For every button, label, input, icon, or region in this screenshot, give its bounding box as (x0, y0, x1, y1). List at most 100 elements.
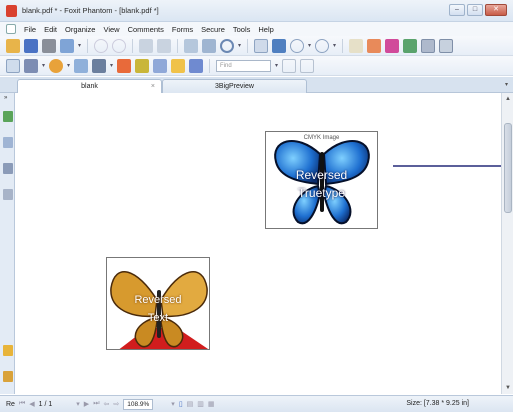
separator (247, 38, 249, 53)
maximize-button[interactable]: □ (467, 4, 483, 16)
find-next-icon[interactable] (300, 58, 315, 73)
select-tool-icon[interactable] (202, 38, 217, 53)
open-icon[interactable] (6, 38, 20, 53)
scroll-up-icon[interactable]: ▲ (503, 94, 513, 104)
fit-page-icon[interactable] (254, 38, 269, 53)
typewriter-icon[interactable] (367, 38, 382, 53)
minimize-button[interactable]: – (449, 4, 465, 16)
menu-forms[interactable]: Forms (172, 25, 193, 34)
zoom-in-icon[interactable] (315, 38, 330, 53)
sticky-note-icon[interactable] (171, 58, 186, 73)
butterfly-image-cmyk[interactable]: CMYK Image Reversed Truetype (265, 131, 378, 229)
text-edit-icon[interactable] (403, 38, 418, 53)
tab-label: 3BigPreview (215, 83, 254, 90)
butterfly-image-orange[interactable]: Reversed Text (106, 257, 210, 350)
sign-icon[interactable] (24, 58, 38, 73)
document-menu-icon[interactable] (6, 24, 16, 34)
find-input[interactable]: Find (216, 59, 272, 72)
status-bar: Re ⏮ ◀ 1 / 1 ▾ ▶ ⏭ ⇦ ⇨ 108.9% ▾ ▯ ▤ ▥ ▦ … (0, 395, 513, 412)
bookmarks-icon[interactable] (3, 111, 13, 122)
zoom-out-dropdown-icon[interactable]: ▾ (308, 42, 311, 49)
separator (177, 38, 179, 53)
continuous-icon[interactable]: ▤ (187, 400, 194, 408)
last-page-icon[interactable]: ⏭ (93, 400, 99, 408)
menu-file[interactable]: File (24, 25, 36, 34)
security-icon[interactable] (3, 371, 13, 382)
menu-organize[interactable]: Organize (65, 25, 95, 34)
pointer-icon[interactable] (385, 38, 400, 53)
forward-icon[interactable] (157, 38, 172, 53)
expand-panel-icon[interactable]: » (4, 95, 7, 101)
scroll-thumb[interactable] (504, 123, 512, 213)
lock-dropdown-icon[interactable]: ▾ (110, 62, 113, 69)
image-tool-icon[interactable] (439, 38, 454, 53)
attachments-icon[interactable] (3, 189, 13, 200)
undo-icon[interactable] (94, 38, 109, 53)
zoom-dropdown-icon[interactable]: ▾ (171, 400, 175, 408)
note-icon[interactable] (135, 58, 150, 73)
page-indicator[interactable]: 1 / 1 (39, 401, 53, 408)
comment-toolbar: ▾ ▾ ▾ Find ▾ (0, 56, 513, 76)
close-tab-icon[interactable]: × (151, 80, 155, 93)
menu-help[interactable]: Help (258, 25, 273, 34)
next-page-icon[interactable]: ▶ (84, 400, 89, 408)
layers-icon[interactable] (3, 163, 13, 174)
facing-icon[interactable]: ▥ (197, 400, 204, 408)
separator (132, 38, 134, 53)
attach-file-icon[interactable] (74, 58, 89, 73)
menu-tools[interactable]: Tools (233, 25, 251, 34)
highlight-icon[interactable] (117, 58, 132, 73)
email-dropdown-icon[interactable]: ▾ (78, 42, 81, 49)
menu-view[interactable]: View (103, 25, 119, 34)
comments-icon[interactable] (3, 345, 13, 356)
menu-secure[interactable]: Secure (201, 25, 225, 34)
zoom-field[interactable]: 108.9% (123, 398, 154, 410)
tabs-scroll-icon[interactable]: ▾ (502, 80, 511, 91)
save-icon[interactable] (24, 38, 38, 53)
zoom-out-icon[interactable] (290, 38, 305, 53)
tab-3bigpreview[interactable]: 3BigPreview (162, 79, 307, 93)
find-previous-icon[interactable] (282, 58, 297, 73)
page-dropdown-icon[interactable]: ▾ (76, 400, 80, 408)
pages-icon[interactable] (3, 137, 13, 148)
close-button[interactable]: ✕ (485, 4, 507, 16)
continuous-facing-icon[interactable]: ▦ (208, 400, 215, 408)
tab-blank[interactable]: blank × (17, 79, 162, 93)
page-layout-icon[interactable] (6, 58, 20, 73)
find-dropdown-icon[interactable]: ▾ (275, 62, 278, 69)
back-icon[interactable] (139, 38, 154, 53)
hand-tool-icon[interactable] (184, 38, 199, 53)
textbox-icon[interactable] (421, 38, 436, 53)
print-icon[interactable] (42, 38, 56, 53)
next-view-icon[interactable]: ⇨ (113, 400, 119, 408)
sign-dropdown-icon[interactable]: ▾ (42, 62, 45, 69)
lock-icon[interactable] (92, 58, 107, 73)
menu-edit[interactable]: Edit (44, 25, 57, 34)
single-page-icon[interactable]: ▯ (179, 400, 183, 408)
reversed-text-line2: Truetype (298, 186, 345, 200)
first-page-icon[interactable]: ⏮ (19, 400, 25, 408)
zoom-in-dropdown-icon[interactable]: ▾ (333, 42, 336, 49)
status-left-label: Re (6, 400, 15, 408)
user-dropdown-icon[interactable]: ▾ (67, 62, 70, 69)
snapshot-icon[interactable] (349, 38, 364, 53)
zoom-dropdown-icon[interactable]: ▾ (238, 42, 241, 49)
user-icon[interactable] (49, 58, 64, 73)
separator (209, 58, 211, 73)
tab-label: blank (81, 83, 98, 90)
line-annotation[interactable] (393, 165, 501, 167)
navigation-panel: » (0, 93, 15, 394)
fit-width-icon[interactable] (272, 38, 287, 53)
previous-view-icon[interactable]: ⇦ (104, 400, 110, 408)
vertical-scrollbar[interactable]: ▲ ▼ (501, 93, 513, 394)
redo-icon[interactable] (112, 38, 127, 53)
previous-page-icon[interactable]: ◀ (29, 400, 34, 408)
zoom-icon[interactable] (220, 38, 235, 53)
email-icon[interactable] (60, 38, 74, 53)
scroll-down-icon[interactable]: ▼ (503, 383, 513, 393)
app-icon (6, 5, 17, 17)
menu-comments[interactable]: Comments (128, 25, 164, 34)
text-field-icon[interactable] (153, 58, 168, 73)
page-size-label: Size: [7.38 * 9.25 in] (406, 400, 469, 407)
arrow-tool-icon[interactable] (189, 58, 204, 73)
